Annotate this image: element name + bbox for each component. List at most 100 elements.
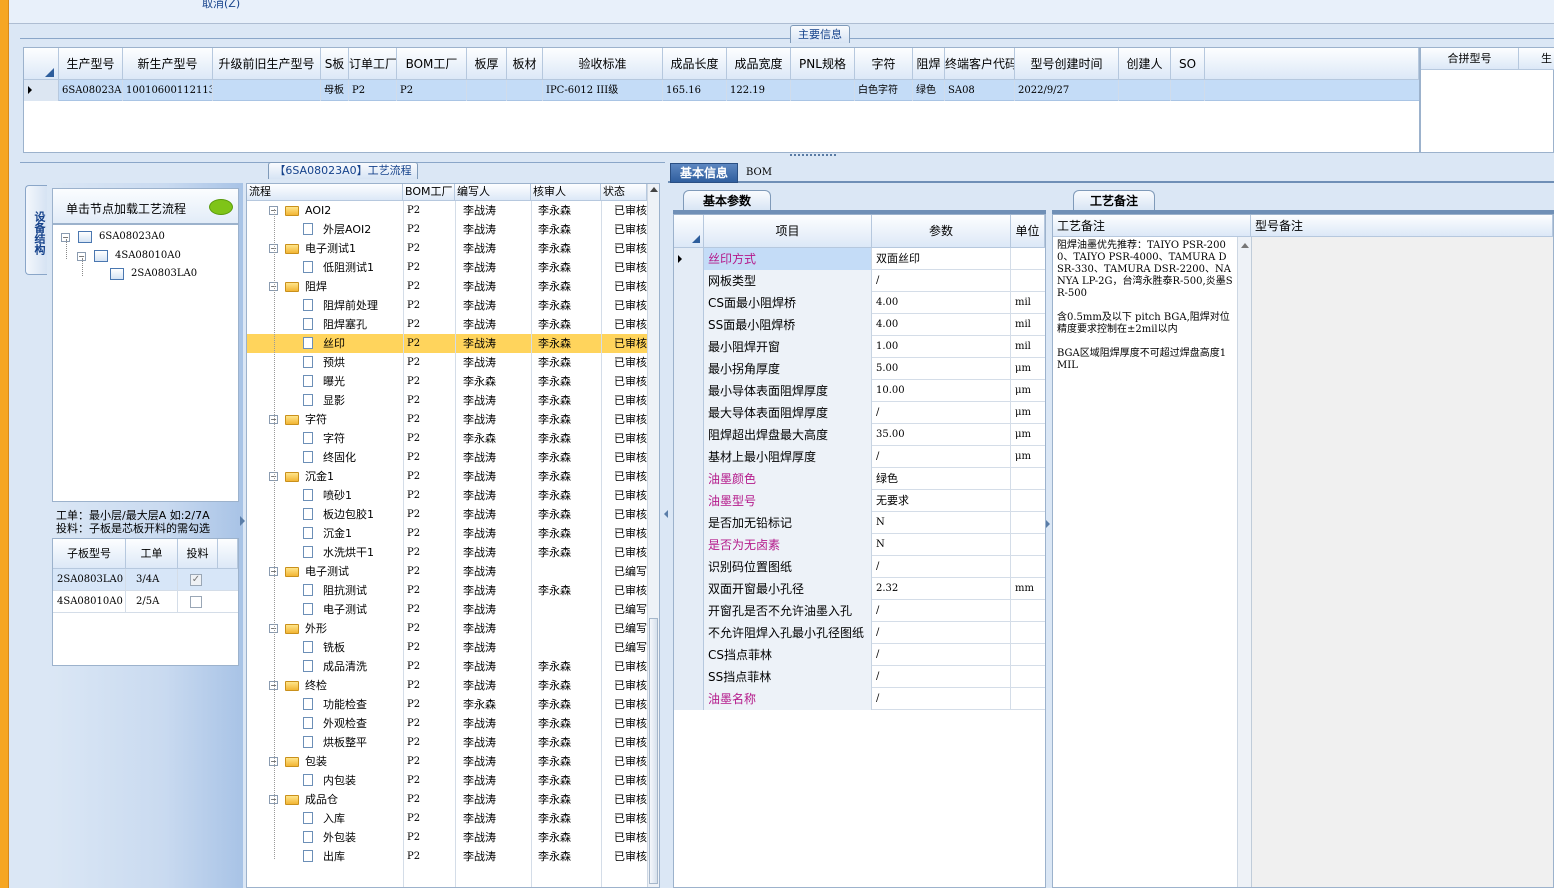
main-grid-col[interactable]: 终端客户代码 [945,48,1015,80]
note-col-process[interactable]: 工艺备注 [1053,215,1251,237]
param-row[interactable]: 最大导体表面阻焊厚度 / μm [674,402,1045,424]
param-value[interactable]: 2.32 [872,578,1011,600]
param-row[interactable]: 最小阻焊开窗 1.00 mil [674,336,1045,358]
flow-scrollbar[interactable] [647,184,659,887]
equipment-structure-tab[interactable]: 设备结构 [25,185,47,275]
param-row[interactable]: 是否加无铅标记 N [674,512,1045,534]
scroll-thumb[interactable] [649,618,658,884]
param-row[interactable]: 油墨名称 / [674,688,1045,710]
sub-board-row[interactable]: 2SA0803LA0 3/4A ✓ [53,569,238,591]
param-row[interactable]: 是否为无卤素 N [674,534,1045,556]
flow-row[interactable]: 沉金1 P2 李战涛 李永森 已审核 [247,524,647,543]
param-value[interactable]: 10.00 [872,380,1011,402]
flow-row[interactable]: 预烘 P2 李战涛 李永森 已审核 [247,353,647,372]
flow-row[interactable]: 烘板整平 P2 李战涛 李永森 已审核 [247,733,647,752]
main-grid-col[interactable]: 成品长度 [663,48,727,80]
flow-row[interactable]: 喷砂1 P2 李战涛 李永森 已审核 [247,486,647,505]
param-row[interactable]: CS面最小阻焊桥 4.00 mil [674,292,1045,314]
flow-row[interactable]: 外观检查 P2 李战涛 李永森 已审核 [247,714,647,733]
tab-basic-params[interactable]: 基本参数 [683,190,771,211]
param-row[interactable]: 油墨型号 无要求 [674,490,1045,512]
param-value[interactable]: 无要求 [872,490,1011,512]
main-grid-cell[interactable]: 165.16 [663,80,727,101]
flow-row[interactable]: 水洗烘干1 P2 李战涛 李永森 已审核 [247,543,647,562]
flow-row[interactable]: − 包装 P2 李战涛 李永森 已审核 [247,752,647,771]
main-grid-cell[interactable]: P2 [397,80,467,101]
param-value[interactable]: / [872,622,1011,644]
param-value[interactable]: / [872,688,1011,710]
flow-row[interactable]: 低阻测试1 P2 李战涛 李永森 已审核 [247,258,647,277]
main-grid-col[interactable]: S板 [321,48,349,80]
main-grid-cell[interactable]: P2 [349,80,397,101]
sub-col-model[interactable]: 子板型号 [53,539,126,569]
flow-row[interactable]: 成品清洗 P2 李战涛 李永森 已审核 [247,657,647,676]
param-row[interactable]: 最小拐角厚度 5.00 μm [674,358,1045,380]
flow-row[interactable]: 外层AOI2 P2 李战涛 李永森 已审核 [247,220,647,239]
param-value[interactable]: / [872,600,1011,622]
tab-process-notes[interactable]: 工艺备注 [1073,190,1155,211]
flow-row[interactable]: − AOI2 P2 李战涛 李永森 已审核 [247,201,647,220]
main-grid-cell[interactable] [467,80,507,101]
param-col-item[interactable]: 项目 [704,215,872,248]
main-grid-cell[interactable] [213,80,321,101]
main-grid-row[interactable]: 6SA08023A0 10010600112113 母板 P2 P2 IPC-6012 I… [24,80,1419,101]
param-value[interactable]: 5.00 [872,358,1011,380]
flow-row[interactable]: − 电子测试1 P2 李战涛 李永森 已审核 [247,239,647,258]
main-grid-col[interactable]: 验收标准 [543,48,663,80]
flow-row[interactable]: 显影 P2 李战涛 李永森 已审核 [247,391,647,410]
flow-row[interactable]: − 成品仓 P2 李战涛 李永森 已审核 [247,790,647,809]
main-grid-cell[interactable]: 6SA08023A0 [59,80,123,101]
tree-node-child[interactable]: − 4SA08010A0 [77,249,227,265]
main-grid-cell[interactable]: 绿色 [913,80,945,101]
flow-row[interactable]: 终固化 P2 李战涛 李永森 已审核 [247,448,647,467]
param-row[interactable]: 阻焊超出焊盘最大高度 35.00 μm [674,424,1045,446]
main-grid-col[interactable]: SO [1171,48,1205,80]
main-grid-cell[interactable]: SA08 [945,80,1015,101]
flow-row[interactable]: 内包装 P2 李战涛 李永森 已审核 [247,771,647,790]
flow-row[interactable]: 电子测试 P2 李战涛 已编写 [247,600,647,619]
flow-row[interactable]: − 终检 P2 李战涛 李永森 已审核 [247,676,647,695]
main-grid-cell[interactable]: 母板 [321,80,349,101]
main-grid-col[interactable]: 升级前旧生产型号 [213,48,321,80]
flow-row[interactable]: − 字符 P2 李战涛 李永森 已审核 [247,410,647,429]
flow-row[interactable]: 铣板 P2 李战涛 已编写 [247,638,647,657]
collapse-arrow-icon[interactable] [240,516,245,526]
scroll-up-icon[interactable] [1241,243,1249,248]
main-grid-col[interactable]: 板材 [507,48,543,80]
main-grid-cell[interactable]: 10010600112113 [123,80,213,101]
main-grid-cell[interactable]: IPC-6012 III级 [543,80,663,101]
main-grid-col[interactable]: 型号创建时间 [1015,48,1119,80]
param-value[interactable]: 35.00 [872,424,1011,446]
tree-node-grandchild[interactable]: 2SA0803LA0 [95,267,227,283]
param-row[interactable]: 网板类型 / [674,270,1045,292]
flow-row[interactable]: − 电子测试 P2 李战涛 已编写 [247,562,647,581]
tree-node-root[interactable]: − 6SA08023A0 [61,230,231,246]
param-value[interactable]: / [872,270,1011,292]
main-grid-cell[interactable] [507,80,543,101]
sub-col-order[interactable]: 工单 [126,539,178,569]
main-info-tab[interactable]: 主要信息 [790,25,850,43]
main-grid-cell[interactable]: 白色字符 [855,80,913,101]
param-value[interactable]: / [872,556,1011,578]
main-grid-col[interactable]: 生产型号 [59,48,123,80]
main-grid-col[interactable]: 创建人 [1119,48,1171,80]
main-grid-cell[interactable]: 2022/9/27 [1015,80,1119,101]
param-value[interactable]: / [872,644,1011,666]
flow-row[interactable]: − 外形 P2 李战涛 已编写 [247,619,647,638]
flow-row[interactable]: 阻抗测试 P2 李战涛 李永森 已审核 [247,581,647,600]
param-value[interactable]: / [872,402,1011,424]
tab-basic-info[interactable]: 基本信息 [670,163,738,183]
param-row[interactable]: 基材上最小阻焊厚度 / μm [674,446,1045,468]
merge-col-model[interactable]: 合拼型号 [1421,48,1519,70]
model-note-area[interactable] [1251,237,1553,887]
flow-col[interactable]: 状态 [601,184,647,201]
main-grid-col[interactable]: BOM工厂 [397,48,467,80]
cancel-link[interactable]: 取消(Z) [202,0,240,11]
param-value[interactable]: N [872,512,1011,534]
splitter-handle[interactable] [790,154,836,159]
param-row[interactable]: 识别码位置图纸 / [674,556,1045,578]
flow-row[interactable]: 字符 P2 李永森 李永森 已审核 [247,429,647,448]
tab-bom[interactable]: BOM [746,167,772,178]
param-row[interactable]: SS挡点菲林 / [674,666,1045,688]
main-grid-cell[interactable] [1171,80,1205,101]
